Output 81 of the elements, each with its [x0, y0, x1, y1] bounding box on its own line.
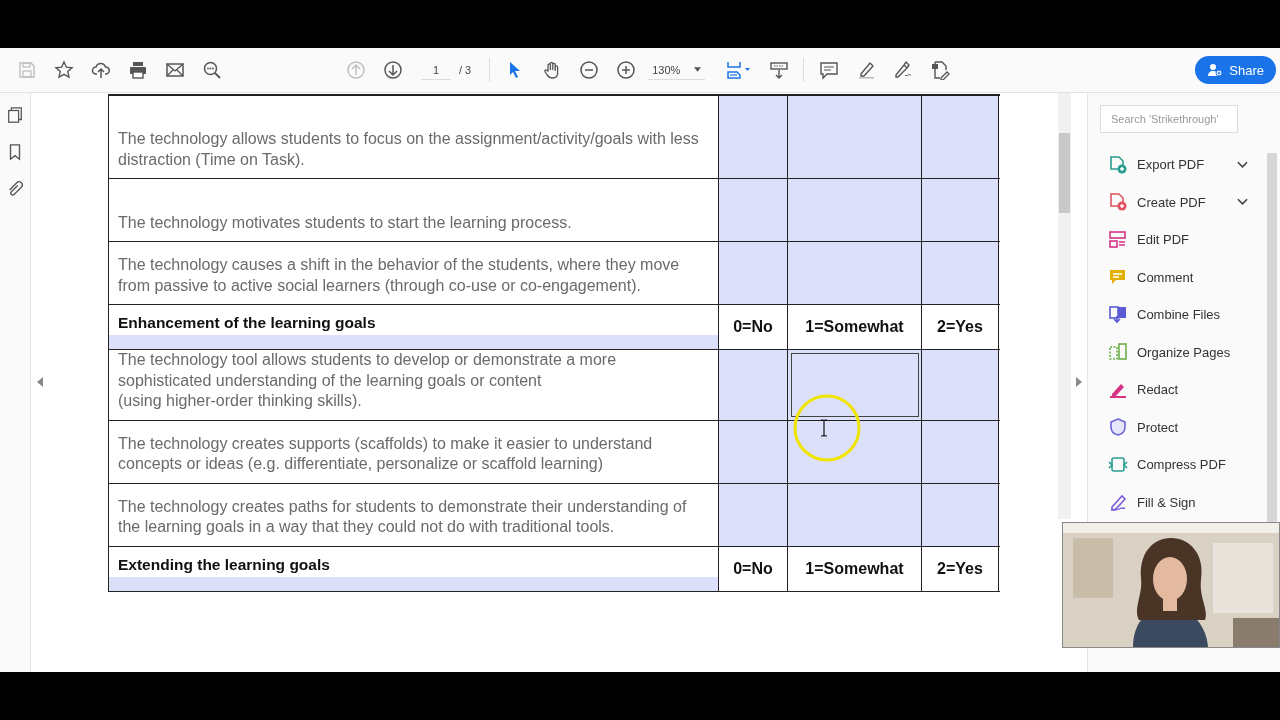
- expand-panel-icon[interactable]: [1076, 377, 1082, 387]
- combine-files-icon: [1108, 304, 1128, 325]
- score-field[interactable]: [922, 179, 999, 241]
- score-field[interactable]: [922, 96, 999, 178]
- scrollbar[interactable]: [1058, 93, 1071, 519]
- section-heading: Enhancement of the learning goals: [118, 314, 376, 332]
- scale-label: 0=No: [733, 318, 773, 336]
- caret-icon: [694, 67, 702, 72]
- chevron-down-icon[interactable]: [1237, 160, 1248, 169]
- tool-item[interactable]: Protect: [1088, 408, 1264, 446]
- scale-label: 1=Somewhat: [805, 559, 904, 578]
- tool-item[interactable]: Create PDF: [1088, 183, 1264, 221]
- score-field[interactable]: [922, 420, 999, 483]
- scroll-mode-icon[interactable]: [768, 60, 789, 80]
- score-field[interactable]: [788, 179, 922, 241]
- score-field[interactable]: [788, 350, 922, 420]
- signature-pen-icon[interactable]: [892, 60, 913, 80]
- score-field[interactable]: [719, 350, 788, 420]
- zoom-dropdown[interactable]: 130%: [648, 60, 706, 80]
- text-cursor-icon: [820, 419, 828, 437]
- score-field[interactable]: [922, 242, 999, 304]
- scrollbar[interactable]: [1267, 153, 1277, 523]
- score-field[interactable]: [788, 420, 922, 483]
- comment-icon[interactable]: [818, 60, 839, 80]
- score-field[interactable]: [719, 483, 788, 546]
- chevron-down-icon[interactable]: [1237, 198, 1248, 207]
- star-icon[interactable]: [53, 60, 74, 80]
- tool-item[interactable]: Organize Pages: [1088, 333, 1264, 371]
- tool-item[interactable]: Compress PDF: [1088, 446, 1264, 484]
- paperclip-icon[interactable]: [6, 180, 24, 198]
- print-icon[interactable]: [127, 60, 148, 80]
- score-field[interactable]: [788, 96, 922, 178]
- add-person-icon: [1207, 62, 1224, 78]
- document-plus-icon: [1108, 192, 1128, 213]
- score-field[interactable]: [922, 483, 999, 546]
- scale-label: 0=No: [733, 559, 773, 578]
- scale-label: 1=Somewhat: [805, 318, 904, 336]
- form-field[interactable]: [109, 335, 718, 349]
- cursor-highlight: [792, 393, 862, 463]
- score-field[interactable]: [719, 420, 788, 483]
- score-field[interactable]: [719, 242, 788, 304]
- pen-icon: [1108, 492, 1128, 513]
- page-number-field[interactable]: 1: [421, 60, 451, 80]
- tool-item[interactable]: Edit PDF: [1088, 221, 1264, 259]
- tool-item[interactable]: Comment: [1088, 258, 1264, 296]
- search-field[interactable]: Search 'Strikethrough': [1100, 105, 1238, 133]
- criterion-text: The technology creates supports (scaffolds) to make it easier to understand concepts or ideas (e.g. differentiate, personalize or scaffold learning): [118, 433, 654, 474]
- shield-icon: [1108, 417, 1128, 438]
- scale-label: 2=Yes: [937, 318, 983, 336]
- score-field[interactable]: [719, 96, 788, 178]
- pages-icon[interactable]: [6, 106, 24, 124]
- form-field[interactable]: [109, 576, 718, 591]
- score-field[interactable]: [788, 242, 922, 304]
- score-field[interactable]: [788, 483, 922, 546]
- scale-label: 2=Yes: [937, 559, 983, 578]
- search-icon[interactable]: [201, 60, 222, 80]
- criterion-text: The technology tool allows students to develop or demonstrate a more sophisticated understanding of the learning goals or content (using higher-order thinking skills).: [118, 350, 618, 411]
- share-button[interactable]: Share: [1195, 56, 1276, 84]
- tool-item[interactable]: Combine Files: [1088, 296, 1264, 334]
- tool-item[interactable]: Fill & Sign: [1088, 483, 1264, 521]
- criterion-text: The technology motivates students to start the learning process.: [118, 212, 572, 233]
- arrow-down-icon[interactable]: [382, 60, 403, 80]
- score-field[interactable]: [719, 179, 788, 241]
- tool-item[interactable]: Redact: [1088, 371, 1264, 409]
- page-count: / 3: [459, 64, 472, 76]
- compress-icon: [1108, 454, 1128, 475]
- zoom-out-icon[interactable]: [578, 60, 599, 80]
- pages-icon: [1108, 342, 1128, 363]
- section-heading: Extending the learning goals: [118, 555, 330, 574]
- edit-document-icon[interactable]: [929, 60, 950, 80]
- criterion-text: The technology causes a shift in the behavior of the students, where they move from passive to active social learners (through co-use or co-engagement).: [118, 255, 681, 296]
- document-plus-icon: [1108, 154, 1128, 175]
- criterion-text: The technology creates paths for students to demonstrate their understanding of the learning goals in a way that they could not do with traditional tools.: [118, 496, 688, 537]
- criterion-text: The technology allows students to focus on the assignment/activity/goals with less distraction (Time on Task).: [118, 129, 700, 170]
- layout-icon: [1108, 229, 1128, 250]
- cloud-upload-icon[interactable]: [90, 60, 111, 80]
- mail-icon[interactable]: [164, 60, 185, 80]
- zoom-in-icon[interactable]: [615, 60, 636, 80]
- score-field[interactable]: [922, 350, 999, 420]
- collapse-left-icon[interactable]: [37, 377, 43, 387]
- tool-item[interactable]: Export PDF: [1088, 146, 1264, 184]
